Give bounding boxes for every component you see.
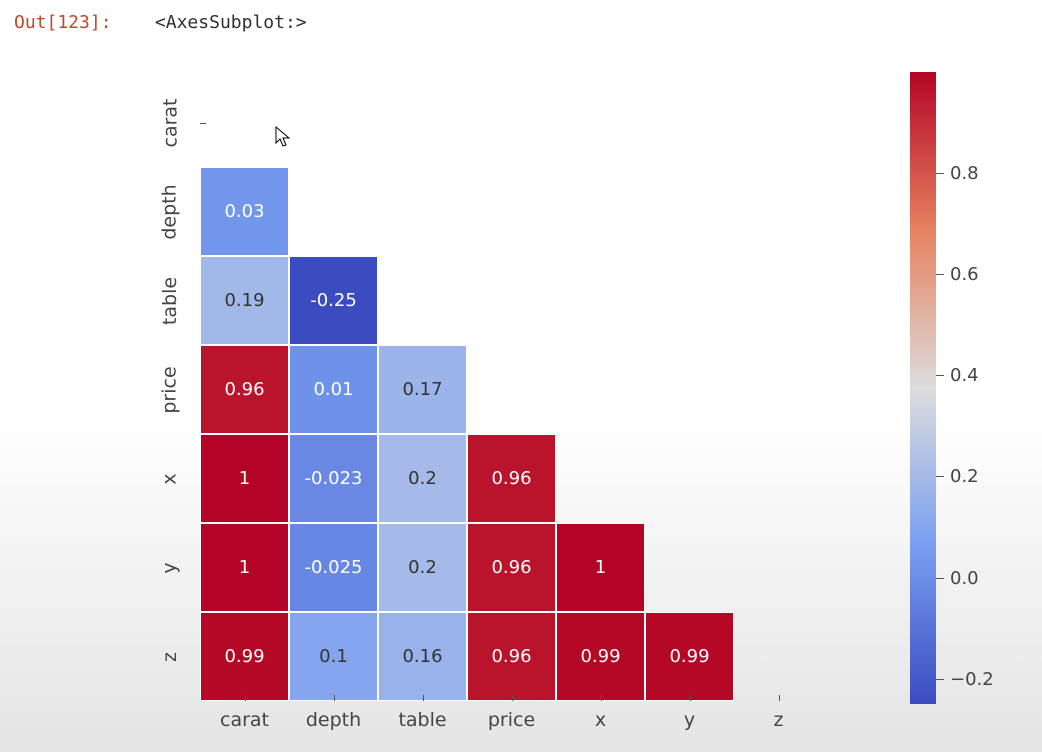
- colorbar-tick: 0.8: [936, 163, 996, 184]
- colorbar-tick: 0.6: [936, 264, 996, 285]
- heatmap-cell: [645, 434, 734, 523]
- heatmap-row: 0.990.10.160.960.990.99: [200, 612, 823, 701]
- y-tick-z: z: [140, 612, 200, 701]
- x-tick-table: table: [378, 701, 467, 731]
- heatmap-cell: 0.17: [378, 345, 467, 434]
- heatmap-row: 0.960.010.17: [200, 345, 823, 434]
- heatmap-cell: [289, 167, 378, 256]
- heatmap-row: 1-0.0250.20.961: [200, 523, 823, 612]
- y-tick-price: price: [140, 345, 200, 434]
- heatmap-cell: [734, 78, 823, 167]
- heatmap-cell: [734, 612, 823, 701]
- heatmap-cell: [467, 345, 556, 434]
- heatmap-cell: 0.19: [200, 256, 289, 345]
- y-axis-labels: carat depth table price x y z: [140, 78, 200, 701]
- out-text: <AxesSubplot:>: [155, 12, 307, 33]
- heatmap-cell: 0.2: [378, 523, 467, 612]
- heatmap-cell: [734, 523, 823, 612]
- heatmap-cell: -0.25: [289, 256, 378, 345]
- heatmap-cell: 0.96: [200, 345, 289, 434]
- heatmap-chart: carat depth table price x y z 0.030.19-0…: [140, 78, 1010, 718]
- heatmap-cell: [378, 78, 467, 167]
- x-tick-z: z: [734, 701, 823, 731]
- x-tick-carat: carat: [200, 701, 289, 731]
- x-tick-depth: depth: [289, 701, 378, 731]
- heatmap-cell: -0.025: [289, 523, 378, 612]
- heatmap-cell: [734, 167, 823, 256]
- heatmap-cell: [378, 256, 467, 345]
- colorbar-tick: 0.2: [936, 466, 996, 487]
- y-tick-x: x: [140, 434, 200, 523]
- heatmap-row: 1-0.0230.20.96: [200, 434, 823, 523]
- heatmap-cell: [467, 78, 556, 167]
- y-tick-depth: depth: [140, 167, 200, 256]
- heatmap-cell: [200, 78, 289, 167]
- heatmap-cell: [467, 256, 556, 345]
- heatmap-row: [200, 78, 823, 167]
- heatmap-cell: [556, 434, 645, 523]
- heatmap-cell: 0.16: [378, 612, 467, 701]
- out-prompt: Out[123]:: [14, 12, 112, 33]
- x-tick-y: y: [645, 701, 734, 731]
- heatmap-cell: 1: [200, 434, 289, 523]
- heatmap-cell: [645, 167, 734, 256]
- heatmap-cell: 0.99: [200, 612, 289, 701]
- heatmap-cell: 0.1: [289, 612, 378, 701]
- heatmap-cell: [289, 78, 378, 167]
- heatmap-cell: 0.2: [378, 434, 467, 523]
- heatmap-cell: [645, 78, 734, 167]
- y-tick-y: y: [140, 523, 200, 612]
- x-tick-x: x: [556, 701, 645, 731]
- heatmap-cell: 0.01: [289, 345, 378, 434]
- heatmap-cell: [645, 523, 734, 612]
- heatmap-cell: 1: [556, 523, 645, 612]
- heatmap-cell: 1: [200, 523, 289, 612]
- heatmap-cell: [556, 167, 645, 256]
- heatmap-cell: 0.03: [200, 167, 289, 256]
- colorbar-tick: 0.4: [936, 365, 996, 386]
- notebook-output-line: Out[123]: <AxesSubplot:>: [14, 12, 307, 33]
- colorbar-ticks: −0.2 0.0 0.2 0.4 0.6 0.8: [910, 72, 1010, 704]
- colorbar-tick: −0.2: [936, 669, 996, 690]
- heatmap-row: 0.03: [200, 167, 823, 256]
- heatmap-cell: 0.96: [467, 612, 556, 701]
- heatmap-cell: 0.99: [645, 612, 734, 701]
- heatmap-cell: [556, 345, 645, 434]
- heatmap-cell: -0.023: [289, 434, 378, 523]
- heatmap-cell: [467, 167, 556, 256]
- heatmap-row: 0.19-0.25: [200, 256, 823, 345]
- x-axis-labels: carat depth table price x y z: [200, 701, 823, 741]
- y-tick-table: table: [140, 256, 200, 345]
- x-tick-price: price: [467, 701, 556, 731]
- heatmap-cell: [734, 256, 823, 345]
- heatmap-cell: [556, 78, 645, 167]
- heatmap-cell: [378, 167, 467, 256]
- colorbar: −0.20.00.20.40.60.8: [910, 72, 936, 704]
- heatmap-cell: 0.99: [556, 612, 645, 701]
- heatmap-cell: 0.96: [467, 434, 556, 523]
- heatmap-cell: [645, 345, 734, 434]
- colorbar-tick: 0.0: [936, 568, 996, 589]
- heatmap-cell: 0.96: [467, 523, 556, 612]
- y-tick-carat: carat: [140, 78, 200, 167]
- heatmap-cell: [734, 434, 823, 523]
- heatmap-cell: [556, 256, 645, 345]
- heatmap-cell: [645, 256, 734, 345]
- heatmap-grid: 0.030.19-0.250.960.010.171-0.0230.20.961…: [200, 78, 823, 701]
- heatmap-cell: [734, 345, 823, 434]
